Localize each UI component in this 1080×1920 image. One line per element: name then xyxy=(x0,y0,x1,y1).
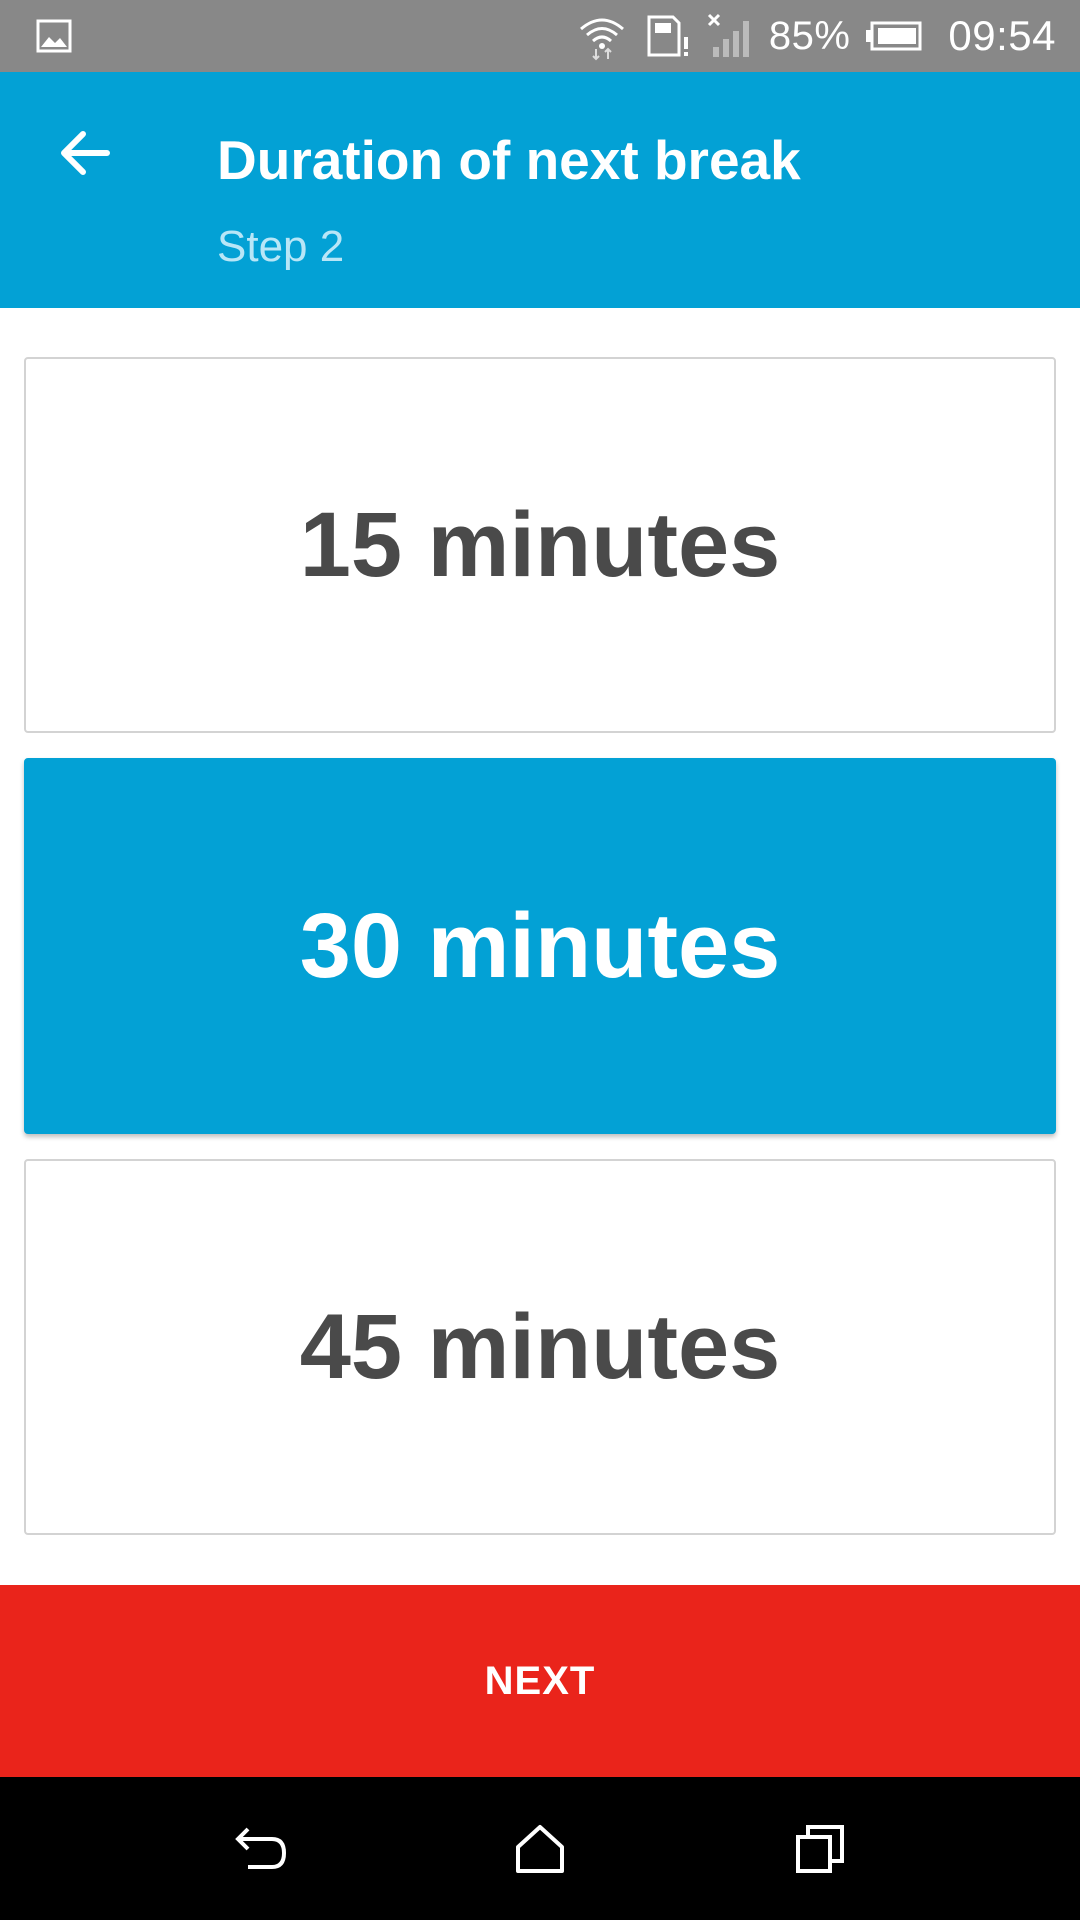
nav-home-button[interactable] xyxy=(493,1802,587,1896)
battery-percent: 85% xyxy=(768,13,851,58)
wifi-icon xyxy=(579,18,624,61)
sim-card-alert-icon xyxy=(647,15,688,57)
back-button[interactable] xyxy=(40,108,130,198)
recents-icon xyxy=(796,1825,844,1873)
option-30-minutes[interactable]: 30 minutes xyxy=(24,758,1056,1134)
option-label: 15 minutes xyxy=(299,493,781,596)
option-45-minutes[interactable]: 45 minutes xyxy=(24,1159,1056,1535)
home-icon xyxy=(516,1825,564,1873)
nav-recents-button[interactable] xyxy=(773,1802,867,1896)
arrow-left-icon xyxy=(61,131,110,175)
navigation-bar xyxy=(0,1777,1080,1920)
status-icons: 85% 09:54 xyxy=(577,0,1056,72)
next-button-label: NEXT xyxy=(484,1658,596,1703)
page-title: Duration of next break xyxy=(217,129,801,191)
step-indicator: Step 2 xyxy=(217,222,345,271)
option-label: 30 minutes xyxy=(299,894,781,997)
status-bar: 85% 09:54 xyxy=(0,0,1080,72)
next-button[interactable]: NEXT xyxy=(0,1585,1080,1777)
battery-icon xyxy=(866,21,922,51)
back-icon xyxy=(235,1827,287,1869)
clock: 09:54 xyxy=(948,12,1056,59)
signal-no-service-icon xyxy=(707,13,749,57)
option-label: 45 minutes xyxy=(299,1295,781,1398)
image-notification-icon xyxy=(36,19,72,53)
option-15-minutes[interactable]: 15 minutes xyxy=(24,357,1056,733)
nav-back-button[interactable] xyxy=(213,1802,307,1896)
screen: 85% 09:54 Duration of next break Step 2 … xyxy=(0,0,1080,1920)
app-bar: Duration of next break Step 2 xyxy=(0,72,1080,308)
